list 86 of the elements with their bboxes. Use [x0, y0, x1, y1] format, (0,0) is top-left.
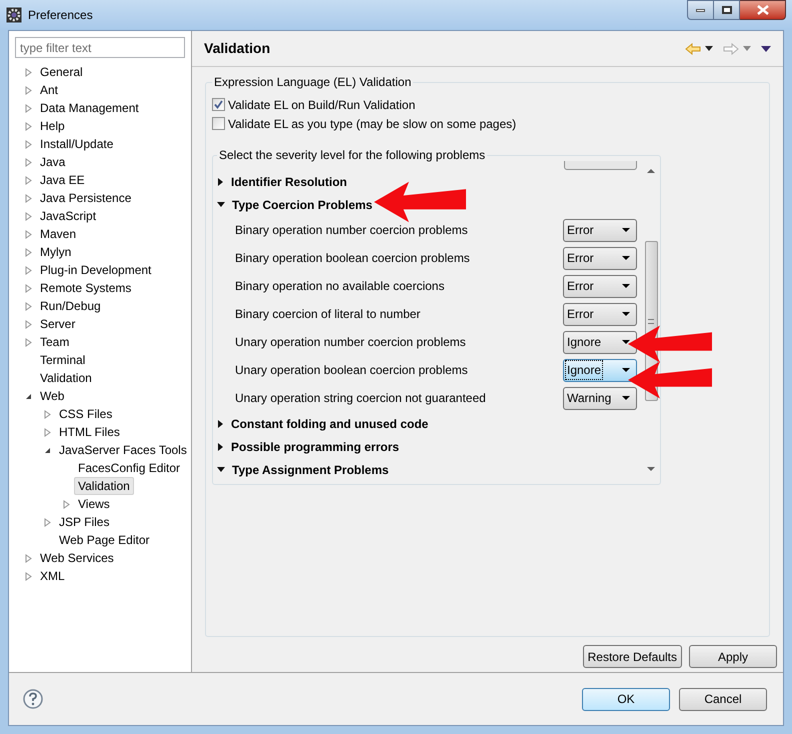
severity-dropdown[interactable]: Error — [563, 218, 637, 242]
page-button[interactable]: Restore Defaults — [582, 645, 682, 668]
tree-item[interactable]: CSS Files — [55, 405, 116, 423]
expanded-arrow-icon[interactable] — [25, 392, 32, 400]
dropdown-caret-icon — [622, 284, 630, 288]
option-label: Binary operation boolean coercion problems — [235, 250, 470, 267]
tree-item[interactable]: Remote Systems — [36, 279, 136, 297]
tree-item[interactable]: Java Persistence — [36, 189, 136, 207]
dropdown-caret-icon — [622, 256, 630, 260]
tree-item[interactable]: Java EE — [36, 171, 89, 189]
filter-field[interactable]: type filter text — [15, 37, 185, 58]
dialog-button[interactable]: Cancel — [679, 688, 767, 710]
tree-item[interactable]: FacesConfig Editor — [74, 459, 184, 477]
minimize-button[interactable] — [687, 0, 714, 20]
dropdown-caret-icon — [622, 340, 630, 344]
close-button[interactable] — [740, 0, 786, 20]
collapsed-arrow-icon[interactable] — [218, 442, 223, 450]
expanded-arrow-icon[interactable] — [217, 467, 225, 472]
option-label: Binary operation number coercion problems — [235, 222, 468, 239]
tree-item[interactable]: Server — [36, 315, 80, 333]
tree-item[interactable]: Views — [74, 495, 114, 513]
dropdown-caret-icon[interactable] — [705, 46, 713, 51]
close-icon — [756, 5, 768, 15]
tree-item[interactable]: Validation — [36, 369, 96, 387]
tree-item[interactable]: JavaScript — [36, 207, 100, 225]
severity-dropdown[interactable]: Error — [563, 274, 637, 298]
tree-item[interactable]: Maven — [36, 225, 80, 243]
dropdown-caret-icon — [622, 368, 630, 372]
dialog-button[interactable]: OK — [582, 688, 670, 710]
tree-item[interactable]: JSP Files — [55, 513, 114, 531]
gear-icon — [6, 7, 22, 23]
section-header[interactable]: Type Coercion Problems — [232, 196, 372, 214]
option-label: Binary operation no available coercions — [235, 278, 444, 295]
tree-item[interactable]: Web — [36, 387, 68, 405]
tree-item[interactable]: Validation — [74, 477, 134, 495]
tree-item[interactable]: Install/Update — [36, 135, 118, 153]
tree-item[interactable]: Mylyn — [36, 243, 76, 261]
dropdown-caret-icon — [622, 312, 630, 316]
option-label: Unary operation string coercion not guaranteed — [235, 390, 486, 407]
tree-item[interactable]: Web Page Editor — [55, 531, 154, 549]
tree-item[interactable]: Run/Debug — [36, 297, 105, 315]
scroll-down-icon[interactable] — [647, 467, 655, 472]
collapsed-arrow-icon[interactable] — [218, 178, 223, 186]
scroll-up-icon[interactable] — [647, 168, 655, 173]
help-icon[interactable] — [23, 689, 43, 709]
severity-dropdown[interactable]: Warning — [563, 386, 637, 410]
tree-item[interactable]: XML — [36, 567, 69, 585]
severity-dropdown[interactable]: Ignore — [563, 330, 637, 354]
checkbox-label: Validate EL as you type (may be slow on some pages) — [228, 116, 516, 132]
dropdown-caret-icon — [622, 396, 630, 400]
tree-item[interactable]: Team — [36, 333, 74, 351]
view-menu-icon[interactable] — [761, 46, 771, 52]
severity-dropdown[interactable]: Ignore — [563, 358, 637, 382]
section-header[interactable]: Identifier Resolution — [231, 172, 348, 190]
tree-item[interactable]: Data Management — [36, 99, 143, 117]
group-title: Select the severity level for the following problems — [217, 148, 488, 163]
checkbox[interactable] — [212, 117, 225, 130]
expanded-arrow-icon[interactable] — [44, 446, 51, 454]
severity-dropdown[interactable]: Error — [563, 246, 637, 270]
group-title: Expression Language (EL) Validation — [212, 75, 414, 90]
window-title: Preferences — [28, 7, 93, 24]
tree-item[interactable]: Help — [36, 117, 69, 135]
checkbox[interactable] — [212, 98, 225, 111]
tree-item[interactable]: Java — [36, 153, 70, 171]
option-label: Unary operation boolean coercion problems — [235, 362, 468, 379]
collapsed-arrow-icon[interactable] — [218, 420, 223, 428]
option-label: Unary operation number coercion problems — [235, 334, 466, 351]
tree-item[interactable]: HTML Files — [55, 423, 124, 441]
section-header[interactable]: Constant folding and unused code — [231, 414, 428, 432]
dropdown-caret-icon — [622, 228, 630, 232]
checkbox-label: Validate EL on Build/Run Validation — [228, 96, 416, 114]
option-label: Binary coercion of literal to number — [235, 306, 420, 323]
page-button[interactable]: Apply — [689, 645, 777, 668]
severity-dropdown[interactable]: Error — [563, 302, 637, 326]
expanded-arrow-icon[interactable] — [217, 202, 225, 207]
section-header[interactable]: Type Assignment Problems — [232, 460, 389, 478]
tree-item[interactable]: Terminal — [36, 351, 90, 369]
tree-item[interactable]: Plug-in Development — [36, 261, 156, 279]
maximize-button[interactable] — [714, 0, 740, 20]
tree-item[interactable]: Web Services — [36, 549, 118, 567]
page-title: Validation — [204, 39, 270, 58]
tree-item[interactable]: General — [36, 63, 87, 81]
tree-item[interactable]: Ant — [36, 81, 62, 99]
section-header[interactable]: Possible programming errors — [231, 438, 400, 456]
forward-arrow-icon[interactable] — [723, 42, 739, 54]
tree-item[interactable]: JavaServer Faces Tools — [55, 441, 191, 459]
